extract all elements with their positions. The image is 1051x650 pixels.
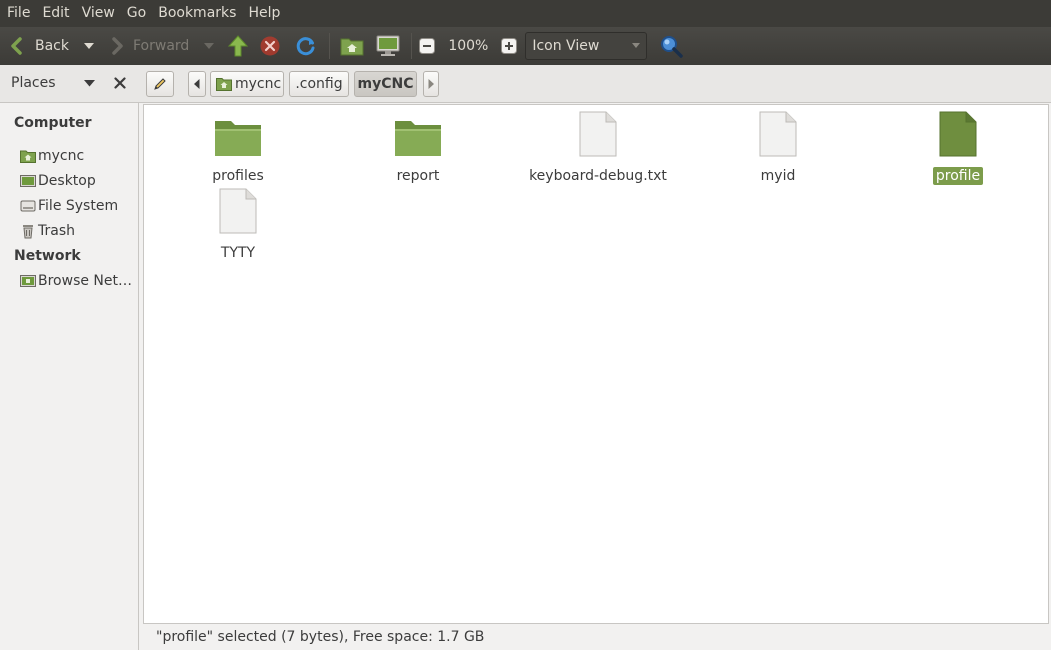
- folder-icon: [214, 117, 262, 161]
- zoom-in-icon[interactable]: [501, 38, 518, 54]
- crumb-label: .config: [295, 76, 343, 92]
- sidebar-item-label: Desktop: [38, 173, 96, 189]
- view-mode-value: Icon View: [532, 38, 600, 54]
- forward-label: Forward: [133, 38, 190, 54]
- pencil-icon: [152, 76, 168, 92]
- places-sidebar: Computer mycnc Desktop File System Trash…: [0, 103, 139, 650]
- crumb-label: mycnc: [235, 76, 282, 92]
- home-folder-icon[interactable]: [340, 36, 364, 56]
- status-bar: "profile" selected (7 bytes), Free space…: [143, 625, 1051, 650]
- file-item-profiles[interactable]: profiles: [153, 109, 323, 185]
- location-bar: Places mycnc .config myCNC: [0, 65, 1051, 103]
- stop-icon[interactable]: [259, 35, 281, 57]
- file-item-label: TYTY: [220, 245, 256, 261]
- menubar: File Edit View Go Bookmarks Help: [0, 0, 1051, 27]
- file-item-keyboard-debug[interactable]: keyboard-debug.txt: [513, 109, 683, 185]
- network-icon: [20, 273, 36, 289]
- forward-history-dropdown-icon[interactable]: [203, 42, 215, 50]
- places-label: Places: [11, 75, 56, 91]
- forward-button[interactable]: Forward: [109, 36, 189, 56]
- places-dropdown-icon[interactable]: [84, 80, 95, 87]
- sidebar-item-trash[interactable]: Trash: [20, 223, 135, 239]
- trash-icon: [20, 223, 36, 239]
- hard-drive-icon: [20, 198, 36, 214]
- up-arrow-icon[interactable]: [227, 34, 249, 58]
- menu-file[interactable]: File: [0, 0, 36, 27]
- text-file-icon: [939, 111, 977, 161]
- menu-go[interactable]: Go: [121, 0, 152, 27]
- crumb-config[interactable]: .config: [289, 71, 349, 97]
- menu-edit[interactable]: Edit: [36, 0, 75, 27]
- home-folder-icon: [20, 148, 36, 164]
- scroll-path-right-button[interactable]: [423, 71, 439, 97]
- close-sidebar-icon[interactable]: [114, 77, 126, 89]
- file-item-label: myid: [760, 168, 796, 184]
- sidebar-item-label: Browse Net…: [38, 273, 133, 289]
- file-item-profile[interactable]: profile: [873, 109, 1043, 185]
- reload-icon[interactable]: [295, 35, 317, 57]
- back-arrow-icon: [9, 36, 25, 56]
- sidebar-item-browse-network[interactable]: Browse Net…: [20, 273, 135, 289]
- back-button[interactable]: Back: [9, 36, 69, 56]
- text-file-icon: [579, 111, 617, 161]
- folder-icon: [394, 117, 442, 161]
- back-label: Back: [35, 38, 69, 54]
- menu-help[interactable]: Help: [242, 0, 286, 27]
- chevron-right-icon: [428, 79, 434, 89]
- file-item-tyty[interactable]: TYTY: [153, 186, 323, 262]
- view-mode-select[interactable]: Icon View: [525, 32, 648, 60]
- file-item-label: profiles: [212, 168, 264, 184]
- text-file-icon: [759, 111, 797, 161]
- back-history-dropdown-icon[interactable]: [83, 42, 95, 50]
- sidebar-item-label: File System: [38, 198, 119, 214]
- sidebar-item-label: Trash: [38, 223, 75, 239]
- menu-bookmarks[interactable]: Bookmarks: [152, 0, 242, 27]
- file-item-label: report: [396, 168, 440, 184]
- scroll-path-left-button[interactable]: [188, 71, 206, 97]
- edit-location-button[interactable]: [146, 71, 174, 97]
- chevron-down-icon: [632, 43, 641, 49]
- sidebar-heading-computer: Computer: [14, 115, 92, 131]
- status-text: "profile" selected (7 bytes), Free space…: [156, 629, 485, 645]
- file-view[interactable]: profiles report keyboard-debug.txt myid: [143, 104, 1049, 624]
- toolbar: Back Forward 100% Icon View: [0, 27, 1051, 65]
- crumb-label: myCNC: [357, 76, 414, 92]
- menu-view[interactable]: View: [76, 0, 121, 27]
- file-item-report[interactable]: report: [333, 109, 503, 185]
- text-file-icon: [219, 188, 257, 238]
- file-item-label: keyboard-debug.txt: [529, 168, 667, 184]
- sidebar-item-label: mycnc: [38, 148, 85, 164]
- sidebar-item-mycnc[interactable]: mycnc: [20, 148, 135, 164]
- file-item-label: profile: [932, 167, 984, 185]
- computer-icon[interactable]: [376, 35, 400, 57]
- toolbar-separator: [411, 33, 413, 59]
- crumb-mycnc[interactable]: mycnc: [210, 71, 284, 97]
- search-icon[interactable]: [659, 34, 684, 58]
- zoom-level: 100%: [448, 38, 489, 54]
- sidebar-heading-network: Network: [14, 248, 81, 264]
- file-item-myid[interactable]: myid: [693, 109, 863, 185]
- crumb-mycnc-current[interactable]: myCNC: [354, 71, 417, 97]
- sidebar-item-file-system[interactable]: File System: [20, 198, 135, 214]
- forward-arrow-icon: [109, 36, 125, 56]
- chevron-left-icon: [194, 79, 200, 89]
- zoom-out-icon[interactable]: [419, 38, 436, 54]
- toolbar-separator: [329, 33, 331, 59]
- desktop-icon: [20, 173, 36, 189]
- home-folder-icon: [216, 77, 232, 91]
- sidebar-item-desktop[interactable]: Desktop: [20, 173, 135, 189]
